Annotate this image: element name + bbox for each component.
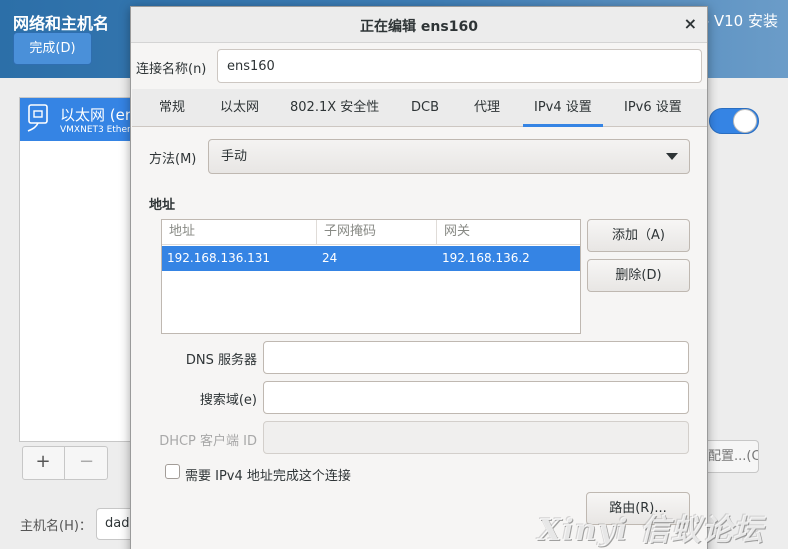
- dhcp-client-id-label: DHCP 客户端 ID: [159, 434, 257, 449]
- routes-button[interactable]: 路由(R)...: [586, 492, 690, 525]
- hostname-label: 主机名(H)：: [20, 519, 92, 534]
- configure-button[interactable]: 配置...(C): [706, 440, 759, 473]
- search-domain-label: 搜索域(e): [199, 393, 257, 408]
- add-device-button[interactable]: +: [22, 446, 65, 480]
- search-domain-input[interactable]: [263, 381, 689, 414]
- close-icon[interactable]: ×: [684, 14, 697, 33]
- column-header-address[interactable]: 地址: [162, 220, 317, 245]
- require-ipv4-checkbox[interactable]: [165, 464, 180, 479]
- tab-proxy[interactable]: 代理: [474, 89, 500, 127]
- tab-bar: 常规 以太网 802.1X 安全性 DCB 代理 IPv4 设置 IPv6 设置: [132, 89, 707, 127]
- delete-address-button[interactable]: 删除(D): [587, 259, 690, 292]
- require-ipv4-label[interactable]: 需要 IPv4 地址完成这个连接: [185, 465, 351, 484]
- tab-ipv6-settings[interactable]: IPv6 设置: [624, 89, 682, 127]
- tab-dcb[interactable]: DCB: [411, 89, 439, 127]
- dns-label: DNS 服务器: [185, 353, 257, 368]
- addresses-heading: 地址: [149, 198, 176, 213]
- column-header-netmask[interactable]: 子网掩码: [317, 220, 437, 245]
- edit-connection-dialog: 正在编辑 ens160 × 连接名称(n) 常规 以太网 802.1X 安全性 …: [130, 6, 708, 549]
- installer-title: 网络和主机名: [13, 14, 110, 33]
- tab-ethernet[interactable]: 以太网: [220, 89, 259, 127]
- chevron-down-icon: [666, 153, 678, 160]
- tab-8021x-security[interactable]: 802.1X 安全性: [290, 89, 379, 127]
- dialog-title: 正在编辑 ens160: [360, 19, 478, 35]
- dialog-titlebar: 正在编辑 ens160 ×: [131, 7, 707, 43]
- product-title: - V10 安装: [703, 12, 778, 30]
- dns-input[interactable]: [263, 341, 689, 374]
- device-name: 以太网 (ens160): [60, 106, 130, 124]
- method-select[interactable]: 手动: [208, 139, 690, 174]
- row-address[interactable]: 192.168.136.131: [167, 246, 270, 271]
- row-netmask[interactable]: 24: [322, 246, 337, 271]
- ethernet-icon: [27, 104, 48, 132]
- column-header-gateway[interactable]: 网关: [437, 220, 580, 245]
- device-list: [19, 97, 131, 442]
- row-gateway[interactable]: 192.168.136.2: [442, 246, 530, 271]
- method-label: 方法(M): [149, 152, 197, 167]
- tab-ipv4-settings[interactable]: IPv4 设置: [523, 89, 603, 127]
- connection-name-input[interactable]: [217, 49, 702, 83]
- device-description: VMXNET3 Ethernet Controller: [60, 125, 130, 135]
- remove-device-button[interactable]: −: [65, 446, 108, 480]
- tab-general[interactable]: 常规: [159, 89, 185, 127]
- dhcp-client-id-input: [263, 421, 689, 454]
- address-table: 地址 子网掩码 网关 192.168.136.131 24 192.168.13…: [161, 219, 581, 334]
- connection-name-label: 连接名称(n): [136, 62, 207, 77]
- toggle-knob: [733, 109, 757, 133]
- add-address-button[interactable]: 添加（A): [587, 219, 690, 252]
- done-button[interactable]: 完成(D): [13, 32, 92, 65]
